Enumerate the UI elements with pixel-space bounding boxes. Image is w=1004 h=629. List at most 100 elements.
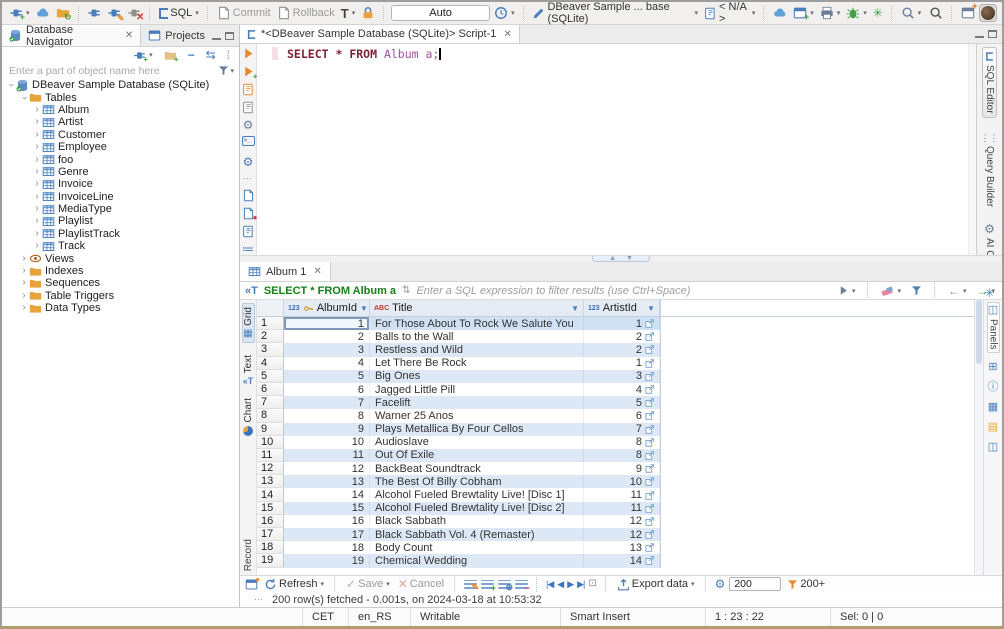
new-connection-button[interactable]: +▾ [7, 5, 32, 21]
minimize-icon[interactable] [212, 32, 221, 40]
add-folder-button[interactable]: + [162, 48, 179, 63]
tree-expander-icon[interactable]: › [19, 303, 29, 313]
table-row[interactable]: 77Facelift5 [257, 396, 974, 409]
edit-row-button[interactable]: ✎ [464, 579, 477, 590]
cell-title[interactable]: For Those About To Rock We Salute You [370, 317, 584, 330]
object-filter-input[interactable] [7, 64, 218, 78]
cell-albumid[interactable]: 9 [284, 423, 370, 436]
execute-new-tab-button[interactable]: + [242, 65, 255, 78]
filter-settings-icon[interactable]: «T [245, 285, 258, 297]
cell-title[interactable]: Alcohol Fueled Brewtality Live! [Disc 1] [370, 488, 584, 501]
cell-artistid[interactable]: 12 [584, 528, 660, 541]
foreign-key-link-icon[interactable] [645, 319, 654, 328]
close-icon[interactable]: ✕ [503, 29, 511, 40]
tab-sql-editor[interactable]: SQL Editor [982, 47, 997, 118]
transaction-lock-button[interactable] [359, 5, 377, 21]
foreign-key-link-icon[interactable] [645, 491, 654, 500]
open-in-new-window-button[interactable]: ● [245, 578, 258, 591]
export-data-button[interactable]: Export data▾ [615, 577, 697, 592]
cell-albumid[interactable]: 4 [284, 357, 370, 370]
transaction-log-button[interactable]: ▾ [492, 5, 517, 21]
cell-albumid[interactable]: 12 [284, 462, 370, 475]
editor-settings-button[interactable]: ⚙ [243, 156, 254, 168]
row-number-cell[interactable]: 13 [257, 475, 284, 488]
sort-dropdown-icon[interactable]: ▼ [647, 304, 655, 313]
cell-artistid[interactable]: 10 [584, 475, 660, 488]
table-row[interactable]: 88Warner 25 Anos6 [257, 409, 974, 422]
table-row[interactable]: 1616Black Sabbath12 [257, 515, 974, 528]
table-row[interactable]: 1414Alcohol Fueled Brewtality Live! [Dis… [257, 488, 974, 501]
tree-expander-icon[interactable]: › [19, 278, 29, 288]
row-number-cell[interactable]: 3 [257, 343, 284, 356]
tree-item[interactable]: ›Artist [2, 116, 239, 128]
row-number-cell[interactable]: 8 [257, 409, 284, 422]
sidebar-new-connection-button[interactable]: +▾ [131, 48, 155, 63]
row-number-cell[interactable]: 10 [257, 436, 284, 449]
disconnect-button[interactable]: ✕ [125, 5, 143, 21]
tree-expander-icon[interactable]: › [6, 80, 16, 90]
view-menu-button[interactable]: ⁞ [225, 48, 232, 62]
tree-item[interactable]: ›Customer [2, 129, 239, 141]
save-button[interactable]: ✓Save▾ [344, 577, 392, 591]
aggregate-icon[interactable]: ▤ [988, 422, 998, 433]
open-new-window-button[interactable]: +▾ [791, 5, 816, 21]
foreign-key-link-icon[interactable] [645, 438, 654, 447]
link-with-editor-button[interactable]: ⇆ [204, 48, 218, 62]
cell-artistid[interactable]: 5 [584, 396, 660, 409]
cell-artistid[interactable]: 6 [584, 409, 660, 422]
cell-artistid[interactable]: 3 [584, 370, 660, 383]
collapse-all-button[interactable]: − [186, 48, 197, 62]
duplicate-row-button[interactable]: ⊕ [498, 579, 511, 590]
tab-query-builder[interactable]: ⋮⋮ Query Builder [981, 134, 999, 207]
row-number-cell[interactable]: 9 [257, 423, 284, 436]
tab-projects[interactable]: Projects [141, 25, 212, 46]
commit-mode-combo[interactable]: Auto [391, 5, 490, 21]
expand-filter-icon[interactable]: ⇅ [402, 285, 410, 296]
foreign-key-link-icon[interactable] [645, 425, 654, 434]
tree-item[interactable]: ›Tables [2, 91, 239, 103]
explain-plan-button[interactable]: ⚙ [243, 119, 254, 131]
cell-albumid[interactable]: 7 [284, 396, 370, 409]
table-row[interactable]: 11For Those About To Rock We Salute You1 [257, 317, 974, 330]
foreign-key-link-icon[interactable] [645, 372, 654, 381]
foreign-key-link-icon[interactable] [645, 451, 654, 460]
maximize-icon[interactable] [988, 30, 997, 38]
cell-title[interactable]: Big Ones [370, 370, 584, 383]
cell-albumid[interactable]: 16 [284, 515, 370, 528]
sort-dropdown-icon[interactable]: ▼ [571, 304, 579, 313]
column-header-title[interactable]: ABCTitle▼ [370, 300, 584, 316]
cell-title[interactable]: Alcohol Fueled Brewtality Live! [Disc 2] [370, 502, 584, 515]
cell-albumid[interactable]: 13 [284, 475, 370, 488]
row-number-cell[interactable]: 17 [257, 528, 284, 541]
tree-expander-icon[interactable]: › [32, 179, 42, 189]
cell-artistid[interactable]: 12 [584, 515, 660, 528]
cell-artistid[interactable]: 14 [584, 554, 660, 567]
row-number-cell[interactable]: 12 [257, 462, 284, 475]
editor-results-splitter[interactable]: ▲▼ [240, 255, 1002, 262]
tab-grid[interactable]: Grid ▦ [242, 303, 255, 343]
close-icon[interactable]: ✕ [125, 30, 133, 41]
sql-editor-canvas[interactable]: SELECT * FROM Album a; [257, 44, 968, 255]
filter-icon[interactable] [218, 65, 229, 76]
refresh-button[interactable]: Refresh▾ [262, 577, 326, 592]
table-row[interactable]: 1818Body Count13 [257, 541, 974, 554]
search-menu-button[interactable]: ▾ [899, 5, 924, 21]
filter-input-placeholder[interactable]: Enter a SQL expression to filter results… [416, 285, 829, 297]
user-profile-button[interactable] [979, 4, 997, 22]
grid-settings-icon[interactable]: ⚙ [715, 578, 726, 590]
tree-item[interactable]: ›Employee [2, 141, 239, 153]
cell-artistid[interactable]: 9 [584, 462, 660, 475]
tree-item[interactable]: ›Album [2, 104, 239, 116]
tree-expander-icon[interactable]: › [32, 204, 42, 214]
show-output-button[interactable] [242, 189, 255, 202]
cell-albumid[interactable]: 3 [284, 343, 370, 356]
row-number-cell[interactable]: 2 [257, 330, 284, 343]
connect-button[interactable] [85, 5, 103, 21]
tree-expander-icon[interactable]: › [19, 93, 29, 103]
foreign-key-link-icon[interactable] [645, 517, 654, 526]
cell-title[interactable]: Facelift [370, 396, 584, 409]
fetch-size-input[interactable] [729, 577, 781, 591]
maximize-icon[interactable] [225, 32, 234, 40]
foreign-key-link-icon[interactable] [645, 477, 654, 486]
tab-panels[interactable]: ◫ Panels [987, 302, 1000, 353]
